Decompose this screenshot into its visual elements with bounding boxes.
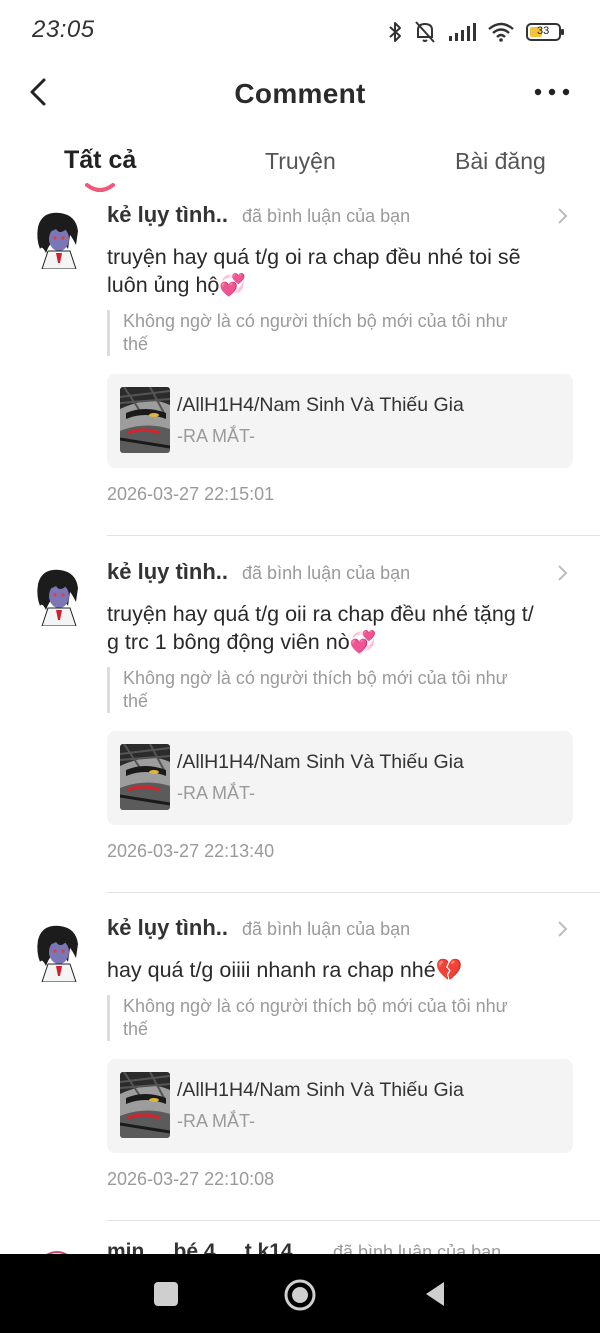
commenter-name[interactable]: kẻ lụy tình.. (107, 559, 228, 585)
mute-icon (415, 21, 435, 43)
status-bar: 23:05 33 (0, 0, 600, 60)
story-card[interactable]: /AllH1H4/Nam Sinh Và Thiếu Gia -RA MẮT- (107, 374, 573, 468)
story-card[interactable]: /AllH1H4/Nam Sinh Và Thiếu Gia -RA MẮT- (107, 731, 573, 825)
comment-header: kẻ lụy tình.. đã bình luận của bạn (107, 559, 577, 589)
comment-text-line: luôn ủng hộ💞 (107, 273, 247, 297)
story-chapter: -RA MẮT- (177, 783, 256, 803)
comment-text: truyện hay quá t/g oi ra chap đều nhé to… (107, 243, 577, 299)
story-cover-image (120, 744, 170, 810)
tab-stories[interactable]: Truyện (265, 148, 336, 175)
story-title: /AllH1H4/Nam Sinh Và Thiếu Gia (177, 751, 464, 773)
comment-action-text: đã bình luận của bạn (242, 563, 411, 583)
comment-item[interactable]: kẻ lụy tình.. đã bình luận của bạn hay quá… (0, 909, 600, 1254)
quoted-reply-line: thế (123, 334, 149, 354)
quoted-reply: Không ngờ là có người thích bộ mới của t… (107, 995, 552, 1041)
back-triangle-icon (426, 1282, 444, 1306)
status-icons: 33 (388, 18, 566, 46)
commenter-name[interactable]: min ... bé 4 ... t k14 (107, 1240, 293, 1254)
chevron-right-icon[interactable] (556, 919, 570, 939)
system-navigation-bar (0, 1254, 600, 1333)
top-app-bar: Comment (0, 60, 600, 130)
user-avatar[interactable] (32, 922, 82, 983)
user-avatar[interactable] (32, 566, 82, 627)
comment-action-text: đã bình luận của bạn (333, 1242, 502, 1254)
commenter-name[interactable]: kẻ lụy tình.. (107, 915, 228, 941)
quoted-reply-line: Không ngờ là có người thích bộ mới của t… (123, 996, 508, 1016)
more-options-button[interactable] (532, 80, 572, 104)
comment-item[interactable]: kẻ lụy tình.. đã bình luận của bạn truyện … (0, 553, 600, 898)
story-chapter: -RA MẮT- (177, 426, 256, 446)
comment-action-text: đã bình luận của bạn (242, 206, 411, 226)
wifi-icon (488, 22, 514, 42)
page-title: Comment (234, 78, 366, 109)
user-avatar[interactable] (32, 1244, 82, 1254)
chevron-right-icon[interactable] (556, 206, 570, 226)
story-cover-image (120, 1072, 170, 1138)
quoted-reply-line: thế (123, 1019, 149, 1039)
recents-square-icon (154, 1282, 178, 1306)
recents-button[interactable] (150, 1278, 182, 1310)
quoted-reply-line: Không ngờ là có người thích bộ mới của t… (123, 311, 508, 331)
comment-text-line: truyện hay quá t/g oii ra chap đều nhé t… (107, 602, 534, 626)
divider (107, 1220, 600, 1221)
bluetooth-icon (389, 22, 401, 42)
chevron-right-icon[interactable] (556, 563, 570, 583)
comment-list[interactable]: kẻ lụy tình.. đã bình luận của bạn truyện … (0, 196, 600, 1254)
comment-text: truyện hay quá t/g oii ra chap đều nhé t… (107, 600, 577, 656)
tab-all[interactable]: Tất cả (64, 146, 136, 175)
signal-icon (449, 23, 476, 41)
comment-text-line: hay quá t/g oiiii nhanh ra chap nhé💔 (107, 958, 463, 982)
comment-text: hay quá t/g oiiii nhanh ra chap nhé💔 (107, 956, 577, 984)
comment-timestamp: 2026-03-27 22:15:01 (107, 484, 275, 504)
comment-text-line: truyện hay quá t/g oi ra chap đều nhé to… (107, 245, 521, 269)
quoted-reply-line: Không ngờ là có người thích bộ mới của t… (123, 668, 508, 688)
story-card[interactable]: /AllH1H4/Nam Sinh Và Thiếu Gia -RA MẮT- (107, 1059, 573, 1153)
battery-level: 33 (537, 25, 550, 37)
home-circle-icon (284, 1279, 316, 1311)
comment-header: kẻ lụy tình.. đã bình luận của bạn (107, 202, 577, 232)
commenter-name[interactable]: kẻ lụy tình.. (107, 202, 228, 228)
comment-text-line: g trc 1 bông động viên nò💞 (107, 630, 377, 654)
quoted-reply-line: thế (123, 691, 149, 711)
quoted-reply: Không ngờ là có người thích bộ mới của t… (107, 667, 552, 713)
quoted-reply: Không ngờ là có người thích bộ mới của t… (107, 310, 552, 356)
story-title: /AllH1H4/Nam Sinh Và Thiếu Gia (177, 394, 464, 416)
comment-timestamp: 2026-03-27 22:13:40 (107, 841, 275, 861)
active-tab-indicator (85, 183, 115, 192)
comment-header: kẻ lụy tình.. đã bình luận của bạn (107, 915, 577, 945)
divider (107, 892, 600, 893)
filter-tabs: Tất cả Truyện Bài đăng (0, 140, 600, 196)
status-time: 23:05 (32, 16, 95, 43)
home-button[interactable] (283, 1278, 316, 1311)
user-avatar[interactable] (32, 209, 82, 270)
divider (107, 535, 600, 536)
story-chapter: -RA MẮT- (177, 1111, 256, 1131)
system-back-button[interactable] (420, 1278, 452, 1310)
more-dots-icon (534, 88, 570, 96)
tab-posts[interactable]: Bài đăng (455, 148, 546, 175)
battery-icon: 33 (526, 22, 566, 42)
story-title: /AllH1H4/Nam Sinh Và Thiếu Gia (177, 1079, 464, 1101)
comment-item[interactable]: kẻ lụy tình.. đã bình luận của bạn truyện … (0, 196, 600, 541)
comment-action-text: đã bình luận của bạn (242, 919, 411, 939)
comment-timestamp: 2026-03-27 22:10:08 (107, 1169, 275, 1189)
story-cover-image (120, 387, 170, 453)
